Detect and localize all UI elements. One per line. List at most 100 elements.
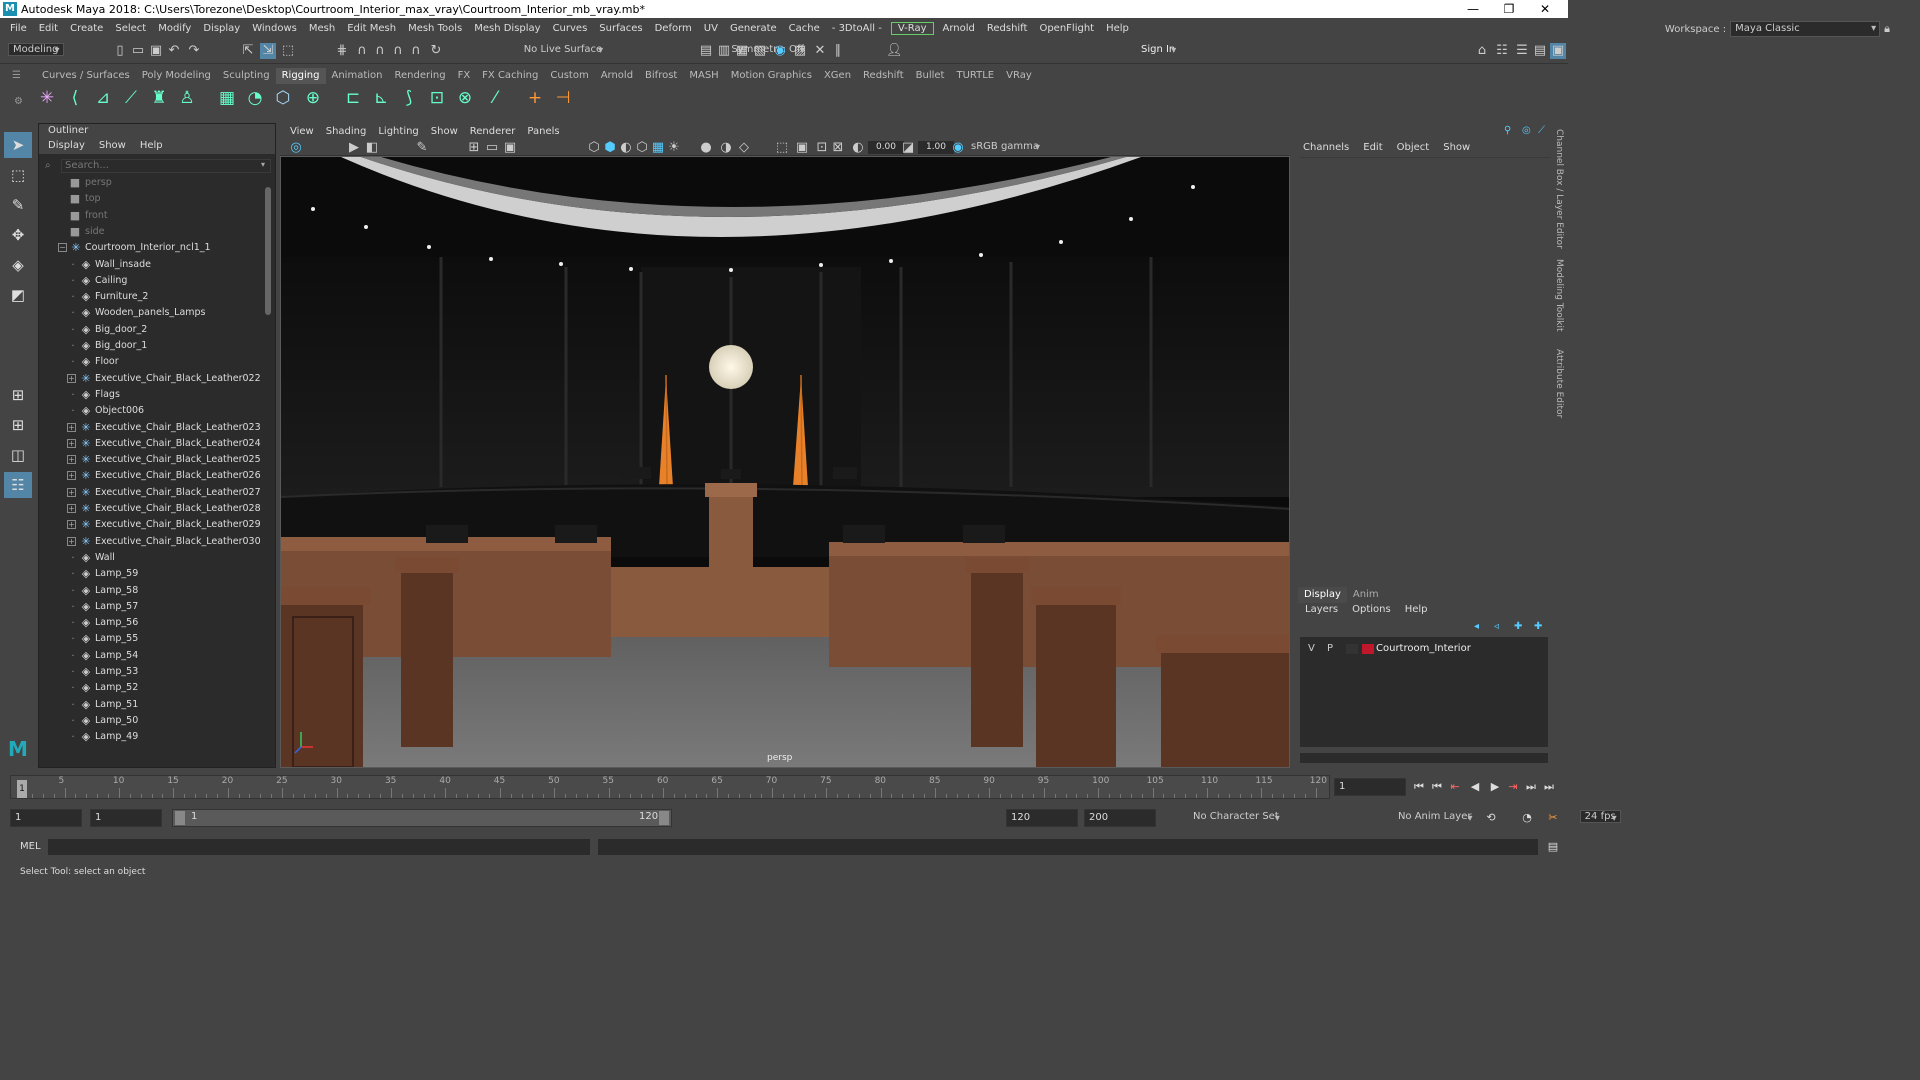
outliner-item-row[interactable]: + ✳ Executive_Chair_Black_Leather029 [39, 517, 265, 533]
play-backward-icon[interactable]: ◀ [1466, 778, 1484, 796]
ipr-render-icon[interactable]: ▦ [734, 43, 750, 59]
select-hierarchy-icon[interactable]: ⇱ [240, 43, 256, 59]
menu-item-b1[interactable]: Redshift [981, 23, 1034, 34]
move-layer-up-icon[interactable]: ◂ [1474, 621, 1479, 632]
outliner-item-row[interactable]: · ◈ Lamp_58 [39, 583, 265, 599]
snap-point-icon[interactable]: ∩ [372, 43, 388, 59]
side-tab[interactable]: Channel Box / Layer Editor [1554, 129, 1564, 249]
outliner-item-row[interactable]: · ◈ Lamp_52 [39, 680, 265, 696]
layer-menu-item[interactable]: Help [1405, 603, 1428, 617]
menu-item-b0[interactable]: Arnold [937, 23, 981, 34]
ik-handle-icon[interactable]: ⊿ [92, 87, 114, 109]
layer-color-swatch[interactable] [1362, 644, 1374, 654]
loop-icon[interactable]: ⟲ [1482, 809, 1500, 827]
shelf-tab[interactable]: Rendering [388, 68, 451, 84]
snap-view-icon[interactable]: ∩ [390, 43, 406, 59]
layer-name[interactable]: Courtroom_Interior [1376, 641, 1471, 657]
move-tool-icon[interactable]: ✥ [4, 222, 32, 248]
cluster-icon[interactable]: ⊏ [342, 87, 364, 109]
outliner-search-icon[interactable]: ⌕ [45, 160, 51, 171]
menu-item-12[interactable]: Surfaces [593, 23, 648, 34]
save-scene-icon[interactable]: ▣ [148, 43, 164, 59]
blend-shape-icon[interactable]: ⊾ [370, 87, 392, 109]
layer-display-type[interactable] [1346, 644, 1358, 654]
menu-item-b2[interactable]: OpenFlight [1033, 23, 1100, 34]
channel-box-menu-item[interactable]: Show [1443, 142, 1470, 153]
outliner-item-row[interactable]: · ◈ Lamp_50 [39, 713, 265, 729]
textured-icon[interactable]: ⬡ [634, 140, 650, 156]
render-settings-icon[interactable]: ▤ [698, 43, 714, 59]
shelf-tab[interactable]: Poly Modeling [136, 68, 217, 84]
anim-layer-dropdown[interactable]: No Anim Layer [1392, 810, 1477, 823]
step-back-key-icon[interactable]: ⏮ [1428, 778, 1446, 796]
outliner-camera-row[interactable]: ■ persp [39, 175, 265, 191]
paint-select-icon[interactable]: ✎ [4, 192, 32, 218]
outliner-item-row[interactable]: + ✳ Executive_Chair_Black_Leather023 [39, 420, 265, 436]
menu-item-10[interactable]: Mesh Display [468, 23, 546, 34]
time-ruler[interactable]: 5 10 15 20 25 30 35 40 45 50 55 60 65 70 75 80 85 90 95 100… [10, 775, 1330, 799]
expand-icon[interactable]: + [67, 520, 76, 530]
playback-end-field[interactable]: 120 [1006, 809, 1078, 827]
channel-box-settings-icon[interactable]: ◎ [1522, 125, 1531, 136]
resolution-gate-icon[interactable]: ▣ [502, 140, 518, 156]
channel-box-menu-item[interactable]: Edit [1363, 142, 1382, 153]
playback-start-field[interactable]: 1 [90, 809, 162, 827]
shelf-settings-icon[interactable]: ⚙︎ [14, 96, 23, 107]
channel-box-menu-item[interactable]: Channels [1303, 142, 1349, 153]
script-language-label[interactable]: MEL [20, 841, 41, 852]
outliner-menu-item[interactable]: Show [99, 138, 126, 154]
layout-toggle-icon[interactable]: ▣ [1550, 43, 1566, 59]
shelf-tab[interactable]: Custom [544, 68, 594, 84]
ao-icon[interactable]: ● [698, 140, 714, 156]
menu-item-15[interactable]: Generate [724, 23, 783, 34]
single-view-icon[interactable]: ⊞ [4, 382, 32, 408]
expand-icon[interactable]: + [67, 504, 76, 513]
layer-row[interactable]: V P Courtroom_Interior [1300, 641, 1548, 657]
sign-in-button[interactable]: Sign In [1135, 43, 1181, 56]
side-tab[interactable]: Attribute Editor [1554, 349, 1564, 418]
animation-start-field[interactable]: 1 [10, 809, 82, 827]
current-frame-field[interactable]: 1 [1334, 778, 1406, 796]
viewport-menu-item[interactable]: Shading [320, 125, 373, 139]
outliner-item-row[interactable]: · ◈ Lamp_56 [39, 615, 265, 631]
hypershade-icon[interactable]: ◉ [772, 43, 788, 59]
snap-surface-icon[interactable]: ∩ [408, 43, 424, 59]
character-set-dropdown[interactable]: No Character Set [1188, 810, 1284, 823]
viewport-menu-item[interactable]: Show [425, 125, 464, 139]
menu-item-13[interactable]: Deform [649, 23, 698, 34]
outliner-item-row[interactable]: · ◈ Lamp_55 [39, 631, 265, 647]
outliner-item-row[interactable]: · ◈ Lamp_54 [39, 648, 265, 664]
menu-item-3[interactable]: Select [109, 23, 152, 34]
shelf-tab[interactable]: FX Caching [476, 68, 544, 84]
undo-icon[interactable]: ↶ [166, 43, 182, 59]
outliner-camera-row[interactable]: ■ top [39, 191, 265, 207]
new-layer-icon[interactable]: ✚ [1514, 621, 1522, 632]
outliner-item-row[interactable]: · ◈ Lamp_59 [39, 566, 265, 582]
pause-render-icon[interactable]: ∥ [830, 43, 846, 59]
outliner-item-row[interactable]: + ✳ Executive_Chair_Black_Leather027 [39, 485, 265, 501]
viewport-menu-item[interactable]: View [284, 125, 320, 139]
shelf-tab[interactable]: Bullet [910, 68, 951, 84]
restore-icon[interactable]: ❐ [1494, 0, 1524, 18]
expand-icon[interactable]: + [67, 373, 76, 383]
move-layer-down-icon[interactable]: ◃ [1494, 621, 1499, 632]
shelf-tab[interactable]: Sculpting [217, 68, 276, 84]
collapse-icon[interactable]: − [58, 243, 67, 253]
close-icon[interactable]: ✕ [1530, 0, 1560, 18]
outliner-item-row[interactable]: · ◈ Wall_insade [39, 257, 265, 273]
camera-attrs-icon[interactable]: ▶ [346, 140, 362, 156]
lattice-icon[interactable]: ⬡ [272, 87, 294, 109]
shelf-tab[interactable]: Motion Graphics [725, 68, 818, 84]
go-to-end-icon[interactable]: ⏭ [1540, 778, 1558, 796]
outliner-menu-item[interactable]: Display [48, 138, 85, 154]
snap-curve-icon[interactable]: ∩ [354, 43, 370, 59]
shelf-tab[interactable]: Arnold [595, 68, 639, 84]
sculpt-icon[interactable]: ⊡ [426, 87, 448, 109]
play-forward-icon[interactable]: ▶ [1486, 778, 1504, 796]
new-scene-icon[interactable]: ▯ [112, 43, 128, 59]
paint-weights-icon[interactable]: ⁄ [484, 87, 506, 109]
bookmark-icon[interactable]: ◧ [364, 140, 380, 156]
viewport-menu-item[interactable]: Renderer [464, 125, 522, 139]
shelf-tab[interactable]: Bifrost [639, 68, 683, 84]
range-end-handle[interactable] [659, 811, 669, 825]
